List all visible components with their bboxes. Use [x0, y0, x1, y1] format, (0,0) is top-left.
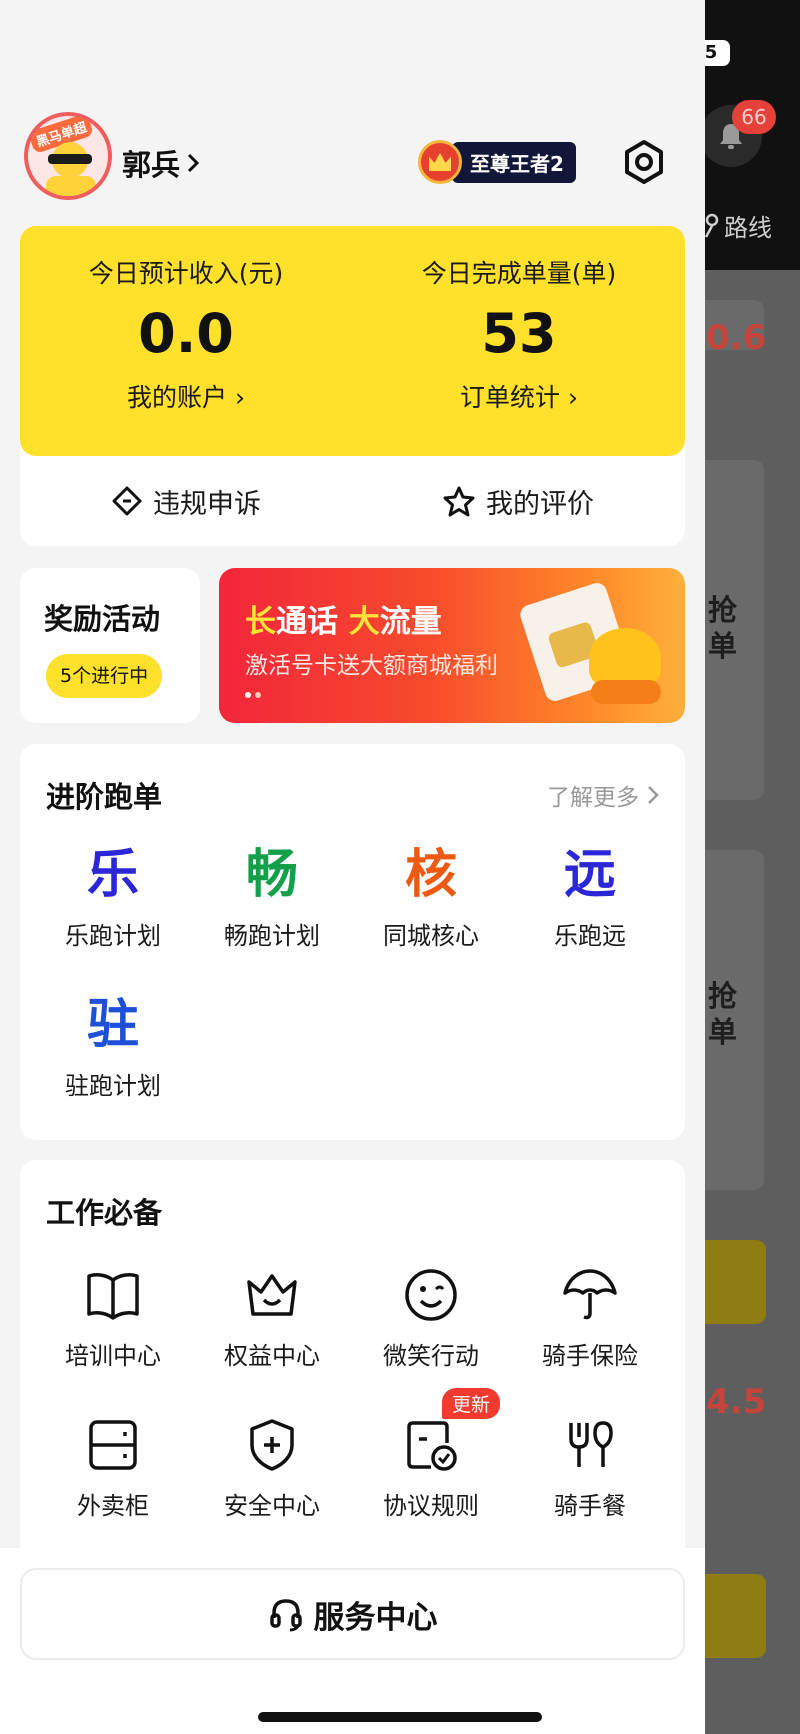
food-locker-item[interactable]: 外卖柜	[34, 1410, 192, 1521]
plan-item-core[interactable]: 核 同城核心	[352, 840, 510, 951]
banner-subtitle: 激活号卡送大额商城福利	[245, 653, 498, 679]
orders-title: 今日完成单量(单)	[421, 259, 617, 288]
update-badge: 更新	[442, 1388, 501, 1419]
drawer-footer: 服务中心	[0, 1548, 705, 1734]
notification-badge: 66	[732, 100, 776, 134]
route-button[interactable]: 路线	[702, 208, 772, 243]
service-center-label: 服务中心	[313, 1599, 438, 1636]
rider-mascot-icon	[589, 628, 661, 688]
scooter-icon	[591, 680, 661, 704]
learn-more-link[interactable]: 了解更多	[547, 778, 659, 812]
banner-pagination	[245, 692, 261, 698]
reward-count-pill: 5个进行中	[46, 654, 163, 698]
headset-icon	[269, 1599, 302, 1632]
cutlery-icon	[569, 1421, 613, 1467]
route-label: 路线	[724, 214, 772, 242]
orders-stats-link[interactable]: 订单统计 ›	[353, 378, 685, 414]
profile-name-link[interactable]: 郭兵	[122, 142, 200, 184]
earnings-summary: 今日预计收入(元) 0.0 我的账户 › 今日完成单量(单) 53 订单统计 ›	[20, 226, 685, 456]
promo-banner[interactable]: 长通话 大流量 激活号卡送大额商城福利	[219, 568, 685, 723]
income-title: 今日预计收入(元)	[88, 259, 284, 288]
rating-label: 我的评价	[486, 488, 594, 520]
chevron-right-icon	[648, 786, 659, 804]
avatar[interactable]: 黑马单超	[24, 112, 112, 200]
shield-icon	[250, 1419, 294, 1471]
core-icon: 核	[404, 845, 457, 905]
settings-button[interactable]	[620, 138, 668, 186]
plan-item-chang[interactable]: 畅 畅跑计划	[193, 840, 351, 951]
yuan-icon: 远	[563, 845, 616, 905]
rider-insurance-item[interactable]: 骑手保险	[511, 1260, 669, 1371]
agreement-rules-item[interactable]: 更新 协议规则	[352, 1388, 510, 1521]
banner-title: 长通话 大流量	[245, 604, 442, 640]
vip-level-label: 至尊王者2	[452, 141, 576, 183]
book-icon	[87, 1273, 139, 1320]
crown-icon	[418, 140, 462, 184]
le-icon: 乐	[86, 845, 139, 905]
rider-meal-item[interactable]: 骑手餐	[511, 1410, 669, 1521]
reward-activities-card[interactable]: 奖励活动 5个进行中	[20, 568, 200, 723]
advanced-running-section: 进阶跑单 了解更多 乐 乐跑计划 畅 畅跑计划 核 同城核心 远 乐跑远 驻 驻…	[20, 744, 685, 1140]
reward-title: 奖励活动	[44, 602, 161, 636]
earnings-card: 今日预计收入(元) 0.0 我的账户 › 今日完成单量(单) 53 订单统计 ›…	[20, 226, 685, 546]
income-value: 0.0	[138, 302, 234, 365]
side-drawer: 黑马单超 郭兵 至尊王者2 今日预计收入(元) 0.0 我的账户 › 今日完成单…	[0, 0, 705, 1734]
account-link[interactable]: 我的账户 ›	[20, 378, 352, 414]
my-rating-button[interactable]: 我的评价	[352, 456, 684, 546]
vip-level-badge[interactable]: 至尊王者2	[418, 140, 576, 184]
section-title: 进阶跑单	[46, 780, 163, 814]
background-amount-bottom: 4.5	[706, 1382, 767, 1422]
gear-icon	[625, 140, 663, 184]
benefits-center-item[interactable]: 权益中心	[193, 1260, 351, 1371]
violation-appeal-button[interactable]: 违规申诉	[20, 456, 352, 546]
grab-order-label[interactable]: 抢单	[708, 592, 744, 664]
crown-icon	[247, 1274, 297, 1316]
document-check-icon	[407, 1421, 457, 1471]
profile-header: 黑马单超 郭兵 至尊王者2	[0, 0, 705, 220]
appeal-icon	[112, 486, 142, 516]
plan-item-zhu[interactable]: 驻 驻跑计划	[34, 990, 192, 1101]
zhu-icon: 驻	[86, 995, 139, 1055]
umbrella-icon	[563, 1269, 617, 1320]
home-indicator[interactable]	[258, 1712, 542, 1722]
smile-icon	[405, 1269, 457, 1321]
section-title: 工作必备	[46, 1196, 163, 1230]
training-center-item[interactable]: 培训中心	[34, 1260, 192, 1371]
plan-item-yuan[interactable]: 远 乐跑远	[511, 840, 669, 951]
route-icon	[704, 213, 719, 238]
service-center-button[interactable]: 服务中心	[20, 1568, 685, 1660]
chang-icon: 畅	[245, 845, 298, 905]
chevron-right-icon	[187, 153, 200, 173]
background-amount-top: 0.6	[706, 318, 767, 358]
earnings-actions: 违规申诉 我的评价	[20, 456, 685, 546]
smile-action-item[interactable]: 微笑行动	[352, 1260, 510, 1371]
profile-name: 郭兵	[122, 148, 181, 182]
orders-value: 53	[481, 302, 557, 365]
star-icon	[443, 486, 475, 517]
orders-column[interactable]: 今日完成单量(单) 53 订单统计 ›	[353, 254, 685, 414]
appeal-label: 违规申诉	[153, 488, 261, 520]
grab-order-label[interactable]: 抢单	[708, 978, 744, 1050]
work-essentials-section: 工作必备 培训中心 权益中心 微笑行动 骑手保险 外卖柜 安全中心 更新 协议规…	[20, 1160, 685, 1560]
income-column[interactable]: 今日预计收入(元) 0.0 我的账户 ›	[20, 254, 352, 414]
safety-center-item[interactable]: 安全中心	[193, 1410, 351, 1521]
locker-icon	[89, 1420, 137, 1470]
plan-item-le[interactable]: 乐 乐跑计划	[34, 840, 192, 951]
